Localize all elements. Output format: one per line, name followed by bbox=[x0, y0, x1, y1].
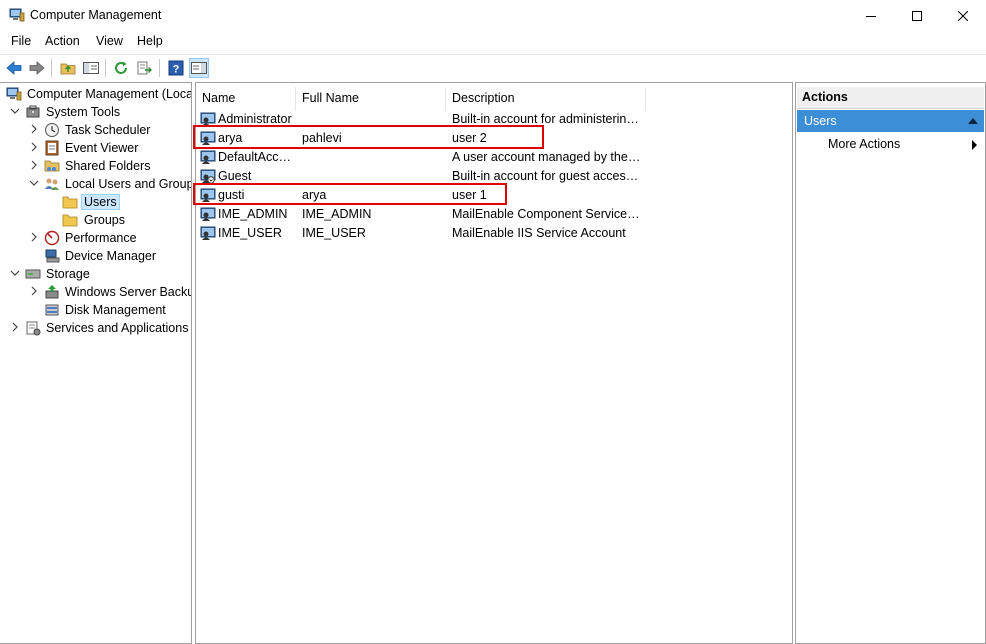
toolbar-separator bbox=[159, 59, 160, 77]
table-row[interactable]: DefaultAcco... A user account managed by… bbox=[196, 148, 792, 167]
cell-full-name: IME_ADMIN bbox=[302, 207, 372, 221]
close-button[interactable] bbox=[940, 0, 986, 31]
clock-icon bbox=[44, 122, 60, 138]
actions-section-label: Users bbox=[804, 114, 837, 128]
cell-full-name: IME_USER bbox=[302, 226, 366, 240]
user-icon bbox=[200, 206, 216, 222]
console-tree: Computer Management (Local System Tools … bbox=[0, 82, 192, 644]
disk-management-icon bbox=[44, 302, 60, 318]
highlight-box-arya bbox=[193, 125, 544, 149]
menu-file[interactable]: File bbox=[11, 34, 31, 48]
show-hide-action-pane-icon[interactable] bbox=[189, 58, 209, 78]
chevron-right-icon[interactable] bbox=[29, 286, 39, 298]
cell-name: IME_USER bbox=[218, 226, 282, 240]
menu-help[interactable]: Help bbox=[137, 34, 163, 48]
menu-bar: File Action View Help bbox=[0, 31, 986, 53]
cell-description: Built-in account for guest access t... bbox=[452, 169, 642, 183]
tree-label: Device Manager bbox=[65, 249, 157, 263]
chevron-down-icon[interactable] bbox=[10, 106, 20, 118]
chevron-right-icon[interactable] bbox=[10, 322, 20, 334]
user-disabled-icon bbox=[200, 168, 216, 184]
cell-description: MailEnable Component Services ... bbox=[452, 207, 642, 221]
services-icon bbox=[25, 320, 41, 336]
user-list: Name Full Name Description Administrator… bbox=[195, 82, 793, 644]
cell-description: MailEnable IIS Service Account bbox=[452, 226, 626, 240]
backup-icon bbox=[44, 284, 60, 300]
cell-name: DefaultAcco... bbox=[218, 150, 294, 164]
shared-folder-icon bbox=[44, 158, 60, 174]
users-group-icon bbox=[44, 176, 60, 192]
tree-label: Disk Management bbox=[65, 303, 166, 317]
computer-management-icon bbox=[6, 86, 22, 102]
back-arrow-icon[interactable] bbox=[4, 58, 24, 78]
chevron-right-icon bbox=[972, 140, 977, 150]
table-row[interactable]: IME_USER IME_USER MailEnable IIS Service… bbox=[196, 224, 792, 243]
highlight-box-gusti bbox=[193, 183, 507, 205]
toolbar: ? bbox=[0, 54, 986, 80]
show-hide-console-tree-icon[interactable] bbox=[81, 58, 101, 78]
tree-label: Users bbox=[81, 194, 120, 210]
folder-icon bbox=[62, 194, 78, 210]
table-row[interactable]: IME_ADMIN IME_ADMIN MailEnable Component… bbox=[196, 205, 792, 224]
maximize-button[interactable] bbox=[894, 0, 940, 31]
svg-text:?: ? bbox=[173, 64, 180, 76]
chevron-right-icon[interactable] bbox=[29, 124, 39, 136]
cell-name: Administrator bbox=[218, 112, 292, 126]
minimize-button[interactable] bbox=[848, 0, 894, 31]
cell-description: A user account managed by the s... bbox=[452, 150, 642, 164]
title-bar: Computer Management bbox=[0, 0, 986, 31]
storage-icon bbox=[25, 266, 41, 282]
chevron-right-icon[interactable] bbox=[29, 232, 39, 244]
system-tools-icon bbox=[25, 104, 41, 120]
cell-name: IME_ADMIN bbox=[218, 207, 288, 221]
forward-arrow-icon[interactable] bbox=[27, 58, 47, 78]
cell-name: Guest bbox=[218, 169, 252, 183]
list-header: Name Full Name Description bbox=[196, 87, 792, 111]
menu-view[interactable]: View bbox=[96, 34, 123, 48]
collapse-up-icon[interactable] bbox=[968, 118, 978, 124]
device-manager-icon bbox=[44, 248, 60, 264]
user-icon bbox=[200, 149, 216, 165]
user-icon bbox=[200, 225, 216, 241]
menu-action[interactable]: Action bbox=[45, 34, 80, 48]
cell-description: Built-in account for administering... bbox=[452, 112, 642, 126]
toolbar-separator bbox=[105, 59, 106, 77]
refresh-icon[interactable] bbox=[112, 58, 132, 78]
tree-label: Task Scheduler bbox=[65, 123, 151, 137]
column-header-full-name[interactable]: Full Name bbox=[296, 87, 446, 111]
tree-label: Storage bbox=[46, 267, 90, 281]
computer-management-icon bbox=[9, 8, 25, 22]
column-header-name[interactable]: Name bbox=[196, 87, 296, 111]
tree-label: System Tools bbox=[46, 105, 121, 119]
chevron-right-icon[interactable] bbox=[29, 142, 39, 154]
chevron-down-icon[interactable] bbox=[29, 178, 39, 190]
more-actions-label: More Actions bbox=[828, 137, 901, 151]
more-actions-item[interactable]: More Actions bbox=[797, 135, 984, 155]
tree-label: Services and Applications bbox=[46, 321, 189, 335]
chevron-right-icon[interactable] bbox=[29, 160, 39, 172]
chevron-down-icon[interactable] bbox=[10, 268, 20, 280]
up-folder-icon[interactable] bbox=[58, 58, 78, 78]
help-icon[interactable]: ? bbox=[166, 58, 186, 78]
performance-icon bbox=[44, 230, 60, 246]
tree-label: Local Users and Groups bbox=[65, 177, 192, 191]
tree-label: Shared Folders bbox=[65, 159, 151, 173]
tree-label: Event Viewer bbox=[65, 141, 139, 155]
window-title: Computer Management bbox=[30, 8, 162, 22]
event-viewer-icon bbox=[44, 140, 60, 156]
actions-section-users[interactable]: Users bbox=[797, 110, 984, 132]
tree-label: Windows Server Backup bbox=[65, 285, 192, 299]
tree-label: Groups bbox=[84, 213, 125, 227]
export-list-icon[interactable] bbox=[135, 58, 155, 78]
tree-label: Performance bbox=[65, 231, 137, 245]
actions-header: Actions bbox=[797, 87, 984, 109]
actions-pane: Actions Users More Actions bbox=[795, 82, 986, 644]
toolbar-separator bbox=[51, 59, 52, 77]
folder-icon bbox=[62, 212, 78, 228]
tree-label: Computer Management (Local bbox=[27, 87, 192, 101]
column-header-description[interactable]: Description bbox=[446, 87, 646, 111]
